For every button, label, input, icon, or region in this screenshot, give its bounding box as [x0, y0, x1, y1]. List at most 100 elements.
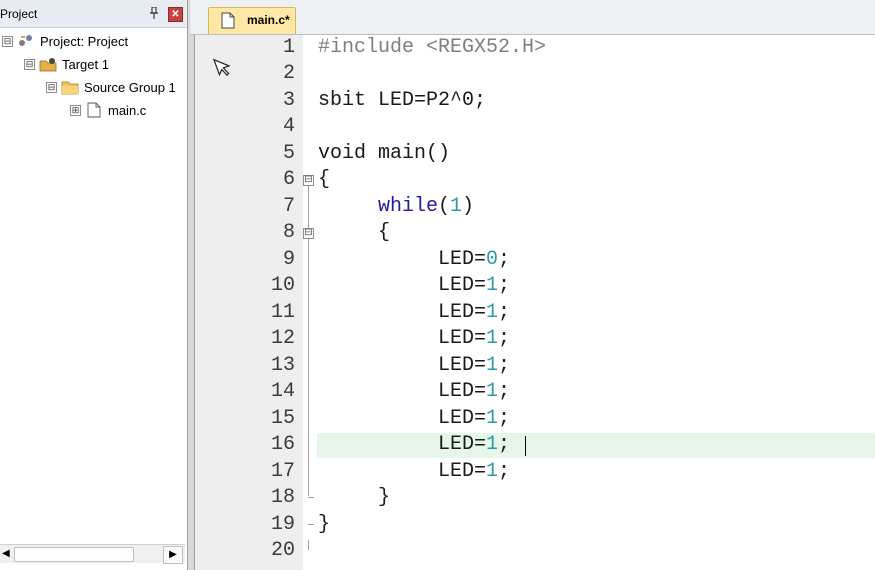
- code-line-17: LED=1;: [438, 459, 510, 485]
- tree-label: main.c: [108, 102, 147, 118]
- project-panel: Project ✕ ⊟ Project: Project ⊟ Target 1 …: [0, 0, 188, 570]
- semicolon: ;: [498, 301, 511, 324]
- line-number: 12: [270, 327, 295, 350]
- fold-guide: [308, 540, 309, 550]
- number-literal: 1: [450, 195, 463, 218]
- number-literal: 0: [486, 248, 499, 271]
- code-line-12: LED=1;: [438, 326, 510, 352]
- file-icon: [85, 102, 103, 118]
- assign-text: LED=: [438, 327, 487, 350]
- text-caret: [525, 436, 526, 456]
- tree-item-main-c[interactable]: ⊞ main.c: [70, 100, 146, 120]
- scroll-right-icon[interactable]: ▶: [163, 546, 183, 564]
- number-literal: 1: [486, 407, 499, 430]
- fold-end-marker: [308, 497, 314, 498]
- line-number: 8: [282, 221, 295, 244]
- line-number: 3: [282, 89, 295, 112]
- line-number-gutter: 1 2 3 4 5 6 7 8 9 10 11 12 13 14 15 16 1…: [195, 35, 303, 570]
- code-line-14: LED=1;: [438, 379, 510, 405]
- expand-icon[interactable]: ⊞: [70, 104, 81, 116]
- cursor-icon: [212, 55, 233, 84]
- assign-text: LED=: [438, 460, 487, 483]
- code-line-3: sbit LED=P2^0;: [318, 89, 487, 112]
- file-icon: [221, 12, 235, 34]
- tree-label: Target 1: [62, 56, 109, 72]
- preprocessor-directive: #include: [318, 36, 415, 59]
- line-number: 6: [282, 168, 295, 191]
- assign-text: LED=: [438, 354, 487, 377]
- code-line-8: {: [378, 221, 391, 244]
- code-line-10: LED=1;: [438, 273, 510, 299]
- tree-item-project[interactable]: ⊟ Project: Project: [2, 31, 128, 51]
- tab-main-c[interactable]: main.c*: [208, 7, 296, 34]
- fold-toggle-icon[interactable]: ⊟: [303, 175, 314, 186]
- paren-close: ): [462, 195, 475, 218]
- close-panel-button[interactable]: ✕: [168, 7, 183, 22]
- current-line-highlight: [317, 433, 875, 458]
- number-literal: 1: [486, 460, 499, 483]
- folder-icon: [61, 79, 79, 95]
- collapse-icon[interactable]: ⊟: [46, 81, 57, 93]
- include-argument: <REGX52.H>: [414, 36, 547, 59]
- pin-icon[interactable]: [149, 6, 159, 22]
- code-line-11: LED=1;: [438, 300, 510, 326]
- semicolon: ;: [498, 433, 511, 456]
- tab-strip: main.c*: [190, 0, 875, 35]
- line-number: 13: [270, 354, 295, 377]
- line-number: 19: [270, 513, 295, 536]
- fold-end-marker: [308, 524, 314, 525]
- line-number: 9: [282, 248, 295, 271]
- tree-item-target[interactable]: ⊟ Target 1: [24, 54, 109, 74]
- number-literal: 1: [486, 301, 499, 324]
- assign-text: LED=: [438, 380, 487, 403]
- panel-header: Project ✕: [0, 0, 187, 28]
- line-number: 17: [270, 460, 295, 483]
- code-line-19: }: [318, 513, 331, 536]
- horizontal-scrollbar[interactable]: ◀ ▶: [0, 544, 185, 564]
- semicolon: ;: [498, 327, 511, 350]
- semicolon: ;: [498, 460, 511, 483]
- code-line-16: LED=1;: [438, 432, 510, 458]
- collapse-icon[interactable]: ⊟: [2, 35, 13, 47]
- semicolon: ;: [498, 407, 511, 430]
- number-literal: 1: [486, 380, 499, 403]
- code-line-5: void main(): [318, 142, 451, 165]
- line-number: 14: [270, 380, 295, 403]
- line-number: 10: [270, 274, 295, 297]
- semicolon: ;: [498, 248, 511, 271]
- assign-text: LED=: [438, 274, 487, 297]
- paren-open: (: [438, 195, 451, 218]
- tree-label: Project: Project: [40, 33, 129, 49]
- tree-item-source-group[interactable]: ⊟ Source Group 1: [46, 77, 176, 97]
- line-number: 16: [270, 433, 295, 456]
- number-literal: 1: [486, 433, 499, 456]
- code-line-9: LED=0;: [438, 247, 510, 273]
- assign-text: LED=: [438, 301, 487, 324]
- target-icon: [39, 56, 57, 72]
- project-icon: [17, 33, 35, 49]
- number-literal: 1: [486, 354, 499, 377]
- tree-label: Source Group 1: [84, 79, 176, 95]
- panel-title: Project: [0, 7, 38, 21]
- scroll-thumb[interactable]: [14, 547, 134, 562]
- code-line-18: }: [378, 486, 391, 509]
- code-line-7: while(1): [378, 194, 474, 220]
- assign-text: LED=: [438, 433, 487, 456]
- code-line-6: {: [318, 168, 331, 191]
- number-literal: 1: [486, 274, 499, 297]
- fold-toggle-icon[interactable]: ⊟: [303, 228, 314, 239]
- line-number: 7: [282, 195, 295, 218]
- line-number: 5: [282, 142, 295, 165]
- line-number: 15: [270, 407, 295, 430]
- collapse-icon[interactable]: ⊟: [24, 58, 35, 70]
- semicolon: ;: [498, 380, 511, 403]
- line-number: 1: [282, 36, 295, 59]
- semicolon: ;: [498, 354, 511, 377]
- scroll-left-icon[interactable]: ◀: [2, 548, 12, 560]
- tab-label: main.c*: [247, 13, 290, 27]
- number-literal: 1: [486, 327, 499, 350]
- assign-text: LED=: [438, 407, 487, 430]
- assign-text: LED=: [438, 248, 487, 271]
- code-editor[interactable]: 1 2 3 4 5 6 7 8 9 10 11 12 13 14 15 16 1…: [194, 35, 875, 570]
- code-line-15: LED=1;: [438, 406, 510, 432]
